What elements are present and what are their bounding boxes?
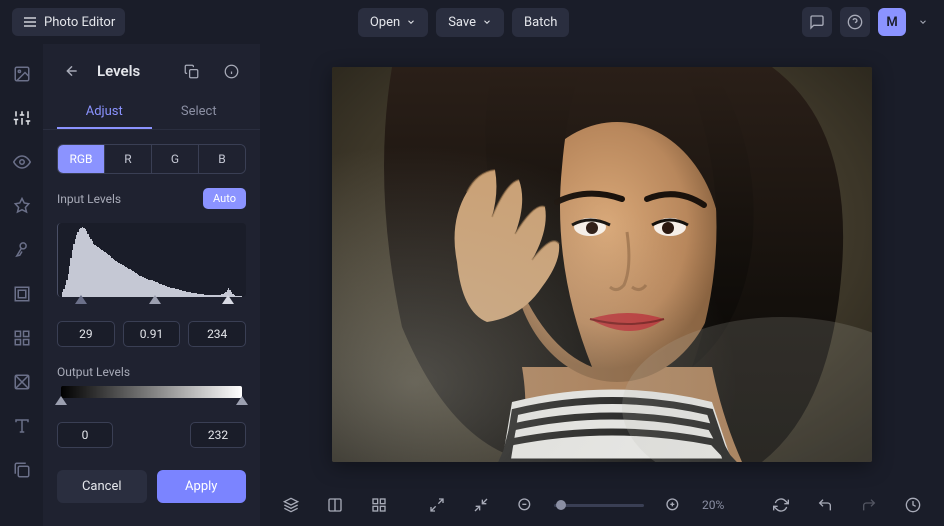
- app-header: Photo Editor Open Save Batch M: [0, 0, 944, 44]
- input-shadow-field[interactable]: [57, 321, 115, 347]
- copy-icon: [184, 64, 199, 79]
- help-button[interactable]: [840, 7, 870, 37]
- rotate-button[interactable]: [766, 490, 796, 520]
- output-levels-label: Output Levels: [57, 365, 130, 379]
- highlight-handle[interactable]: [222, 295, 234, 304]
- minimize-icon: [473, 497, 489, 513]
- levels-panel: Levels Adjust Select RGB R G B Input Lev…: [43, 44, 260, 526]
- output-high-handle[interactable]: [236, 396, 248, 405]
- channel-r[interactable]: R: [105, 145, 152, 173]
- info-icon: [224, 64, 239, 79]
- redo-button[interactable]: [854, 490, 884, 520]
- open-button[interactable]: Open: [358, 8, 428, 37]
- panel-title: Levels: [97, 62, 166, 80]
- app-title: Photo Editor: [44, 15, 115, 30]
- message-icon: [809, 14, 825, 30]
- input-highlight-field[interactable]: [188, 321, 246, 347]
- cancel-button[interactable]: Cancel: [57, 470, 147, 503]
- undo-button[interactable]: [810, 490, 840, 520]
- feedback-button[interactable]: [802, 7, 832, 37]
- zoom-out-button[interactable]: [510, 490, 540, 520]
- histogram: [57, 223, 246, 297]
- account-menu-button[interactable]: [914, 7, 932, 37]
- output-low-handle[interactable]: [55, 396, 67, 405]
- channel-g[interactable]: G: [152, 145, 199, 173]
- rail-image-icon[interactable]: [10, 62, 34, 86]
- redo-icon: [861, 497, 877, 513]
- channel-rgb[interactable]: RGB: [58, 145, 105, 173]
- input-mid-field[interactable]: [123, 321, 181, 347]
- save-button[interactable]: Save: [436, 8, 504, 37]
- rail-frame-icon[interactable]: [10, 282, 34, 306]
- menu-button[interactable]: Photo Editor: [12, 8, 125, 36]
- layers-icon: [283, 497, 299, 513]
- compare-button[interactable]: [320, 490, 350, 520]
- output-low-field[interactable]: [57, 422, 113, 448]
- maximize-icon: [429, 497, 445, 513]
- output-gradient: [61, 386, 242, 398]
- back-button[interactable]: [57, 56, 87, 86]
- canvas-area[interactable]: [260, 44, 944, 484]
- undo-icon: [817, 497, 833, 513]
- shadow-handle[interactable]: [75, 295, 87, 304]
- tab-adjust[interactable]: Adjust: [57, 96, 152, 129]
- zoom-knob[interactable]: [556, 500, 566, 510]
- edited-image: [332, 67, 872, 462]
- canvas-footer: 20%: [260, 484, 944, 526]
- tool-rail: [0, 44, 43, 526]
- menu-icon: [22, 14, 38, 30]
- help-icon: [847, 14, 863, 30]
- rail-brush-icon[interactable]: [10, 238, 34, 262]
- history-icon: [905, 497, 921, 513]
- channel-tabs: RGB R G B: [57, 144, 246, 174]
- rotate-icon: [773, 497, 789, 513]
- copy-button[interactable]: [176, 56, 206, 86]
- apply-button[interactable]: Apply: [157, 470, 247, 503]
- layers-button[interactable]: [276, 490, 306, 520]
- zoom-out-icon: [517, 497, 533, 513]
- zoom-in-button[interactable]: [658, 490, 688, 520]
- batch-button[interactable]: Batch: [512, 8, 569, 37]
- rail-elements-icon[interactable]: [10, 326, 34, 350]
- rail-eye-icon[interactable]: [10, 150, 34, 174]
- grid-button[interactable]: [364, 490, 394, 520]
- history-button[interactable]: [898, 490, 928, 520]
- fit-button[interactable]: [466, 490, 496, 520]
- rail-retouch-icon[interactable]: [10, 370, 34, 394]
- avatar[interactable]: M: [878, 8, 906, 36]
- chevron-down-icon: [482, 17, 492, 27]
- arrow-left-icon: [64, 63, 80, 79]
- fullscreen-button[interactable]: [422, 490, 452, 520]
- grid-icon: [371, 497, 387, 513]
- mid-handle[interactable]: [149, 295, 161, 304]
- zoom-slider[interactable]: [554, 504, 644, 507]
- rail-layers-icon[interactable]: [10, 458, 34, 482]
- input-levels-label: Input Levels: [57, 192, 121, 206]
- zoom-value: 20%: [702, 498, 738, 512]
- rail-adjust-icon[interactable]: [10, 106, 34, 130]
- chevron-down-icon: [918, 17, 928, 27]
- chevron-down-icon: [406, 17, 416, 27]
- info-button[interactable]: [216, 56, 246, 86]
- input-slider[interactable]: [61, 299, 242, 307]
- channel-b[interactable]: B: [199, 145, 245, 173]
- compare-icon: [327, 497, 343, 513]
- auto-button[interactable]: Auto: [203, 188, 246, 209]
- tab-select[interactable]: Select: [152, 96, 247, 129]
- rail-effects-icon[interactable]: [10, 194, 34, 218]
- output-slider[interactable]: [61, 400, 242, 408]
- zoom-in-icon: [665, 497, 681, 513]
- rail-text-icon[interactable]: [10, 414, 34, 438]
- output-high-field[interactable]: [190, 422, 246, 448]
